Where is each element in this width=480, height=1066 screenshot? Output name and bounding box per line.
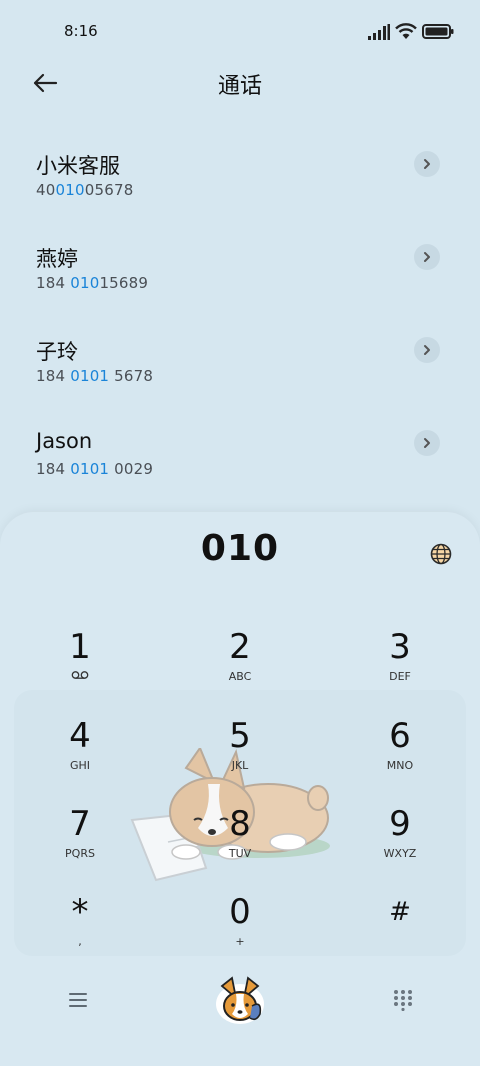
dialpad-key-8[interactable]: 8 TUV xyxy=(180,804,300,884)
dialpad-key-3[interactable]: 3 DEF xyxy=(340,627,460,707)
status-bar: 8:16 xyxy=(0,0,480,62)
dialpad-key-star[interactable]: * , xyxy=(20,892,140,972)
contact-name: Jason xyxy=(36,429,93,453)
contact-name: 燕婷 xyxy=(36,247,78,271)
contact-name: 子玲 xyxy=(36,340,78,364)
contact-number: 4001005678 xyxy=(36,181,134,199)
dialpad-key-2[interactable]: 2 ABC xyxy=(180,627,300,707)
battery-icon xyxy=(422,24,454,39)
dialpad-key-7[interactable]: 7 PQRS xyxy=(20,804,140,884)
contact-number: 184 01015689 xyxy=(36,274,149,292)
dialpad-grid-icon[interactable] xyxy=(392,989,414,1011)
contact-number: 184 0101 5678 xyxy=(36,367,154,385)
corgi-call-icon[interactable] xyxy=(212,976,268,1026)
dialpad-key-1[interactable]: 1 xyxy=(20,627,140,707)
contact-number: 184 0101 0029 xyxy=(36,460,154,478)
dialed-number-display[interactable]: 010 xyxy=(0,528,480,569)
dialpad-key-9[interactable]: 9 WXYZ xyxy=(340,804,460,884)
contact-item[interactable]: Jason 184 0101 0029 xyxy=(0,429,480,521)
menu-icon[interactable] xyxy=(66,990,90,1010)
dialpad-key-0[interactable]: 0 + xyxy=(180,892,300,972)
globe-icon[interactable] xyxy=(430,543,452,565)
dialpad-key-hash[interactable]: # xyxy=(340,892,460,972)
status-time: 8:16 xyxy=(64,22,98,40)
voicemail-icon xyxy=(71,671,89,679)
wifi-icon xyxy=(395,23,417,39)
contact-item[interactable]: 小米客服 4001005678 xyxy=(0,150,480,242)
page-title: 通话 xyxy=(217,74,262,99)
chevron-right-icon[interactable] xyxy=(414,244,440,270)
dialpad-key-5[interactable]: 5 JKL xyxy=(180,716,300,796)
dialpad-key-6[interactable]: 6 MNO xyxy=(340,716,460,796)
signal-icon xyxy=(368,24,390,40)
chevron-right-icon[interactable] xyxy=(414,430,440,456)
contact-name: 小米客服 xyxy=(36,154,120,178)
chevron-right-icon[interactable] xyxy=(414,151,440,177)
contact-item[interactable]: 燕婷 184 01015689 xyxy=(0,243,480,335)
dialpad-key-4[interactable]: 4 GHI xyxy=(20,716,140,796)
contact-item[interactable]: 子玲 184 0101 5678 xyxy=(0,336,480,428)
chevron-right-icon[interactable] xyxy=(414,337,440,363)
